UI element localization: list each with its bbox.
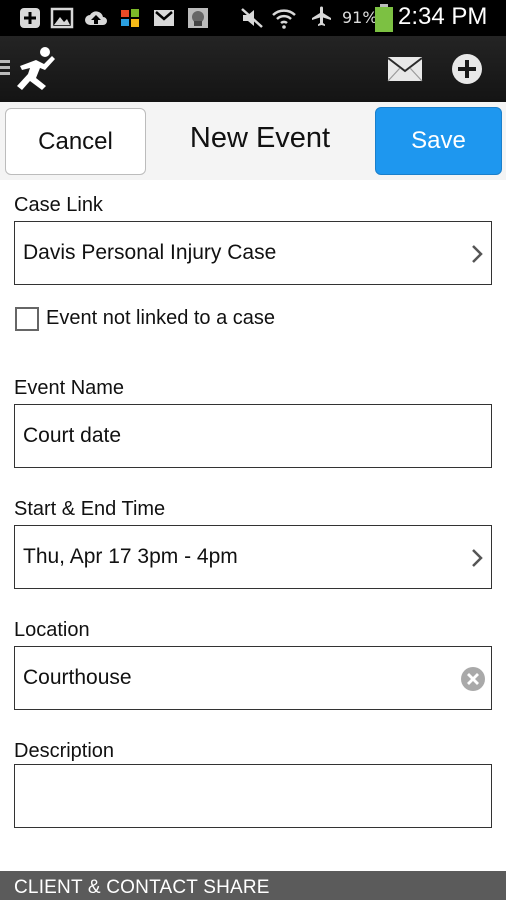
battery-icon <box>375 4 393 32</box>
not-linked-label: Event not linked to a case <box>46 307 276 329</box>
description-input[interactable] <box>14 764 492 828</box>
client-contact-share-header[interactable]: CLIENT & CONTACT SHARE <box>0 871 506 900</box>
mail-icon[interactable] <box>386 54 424 84</box>
time-value: Thu, Apr 17 3pm - 4pm <box>23 545 238 568</box>
add-icon[interactable] <box>450 52 484 86</box>
case-link-value: Davis Personal Injury Case <box>23 241 277 264</box>
time-field[interactable]: Thu, Apr 17 3pm - 4pm <box>14 525 492 589</box>
not-linked-checkbox[interactable] <box>15 307 39 331</box>
location-label: Location <box>14 619 90 641</box>
event-name-input[interactable]: Court date <box>14 404 492 468</box>
wifi-icon <box>272 9 296 29</box>
app-bar <box>0 36 506 102</box>
gallery-icon <box>50 7 74 29</box>
time-label: Start & End Time <box>14 498 166 520</box>
case-link-label: Case Link <box>14 194 103 216</box>
clear-icon[interactable] <box>460 666 486 692</box>
location-input[interactable]: Courthouse <box>14 646 492 710</box>
description-label: Description <box>14 740 115 762</box>
gmail-icon <box>154 10 174 26</box>
title-row: Cancel New Event Save <box>0 102 506 180</box>
status-bar: 91% 2:34 PM <box>0 0 506 36</box>
app-logo-icon[interactable] <box>0 46 60 94</box>
cancel-button[interactable]: Cancel <box>5 108 146 175</box>
battery-percent: 91% <box>342 8 378 27</box>
chevron-right-icon <box>472 245 483 263</box>
cloud-upload-icon <box>85 11 107 25</box>
windows-icon <box>121 9 139 27</box>
clock: 2:34 PM <box>398 3 488 30</box>
chevron-right-icon <box>472 549 483 567</box>
add-notification-icon <box>20 8 40 28</box>
location-value: Courthouse <box>23 666 132 689</box>
event-name-label: Event Name <box>14 377 125 399</box>
airplane-mode-icon <box>312 6 331 26</box>
save-button[interactable]: Save <box>375 107 502 175</box>
case-link-field[interactable]: Davis Personal Injury Case <box>14 221 492 285</box>
mute-icon <box>241 8 263 28</box>
app-notification-icon <box>188 8 208 28</box>
page-title: New Event <box>189 122 331 154</box>
event-name-value: Court date <box>23 424 122 447</box>
